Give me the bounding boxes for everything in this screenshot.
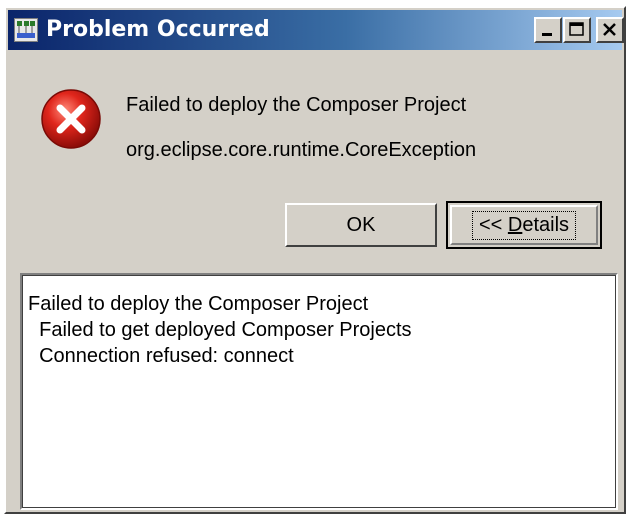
error-icon	[40, 88, 102, 150]
maximize-button[interactable]	[563, 17, 591, 43]
details-line: Connection refused: connect	[28, 345, 294, 367]
maximize-icon	[569, 22, 584, 36]
close-icon	[603, 23, 616, 36]
problem-occurred-dialog: Problem Occurred Failed to deploy the Co…	[4, 6, 626, 514]
ok-button[interactable]: OK	[285, 203, 437, 247]
close-button[interactable]	[596, 17, 624, 43]
details-button-label: << Details	[471, 210, 577, 240]
error-message: Failed to deploy the Composer Project	[126, 94, 467, 116]
details-prefix: <<	[478, 213, 508, 236]
details-text-area[interactable]: Failed to deploy the Composer Project Fa…	[20, 273, 618, 510]
details-line: Failed to deploy the Composer Project	[28, 293, 369, 315]
minimize-icon	[542, 33, 552, 36]
exception-name: org.eclipse.core.runtime.CoreException	[126, 139, 477, 161]
details-mnemonic: D	[507, 213, 523, 236]
title-bar[interactable]: Problem Occurred	[8, 10, 624, 50]
details-button[interactable]: << Details	[446, 201, 602, 249]
window-title: Problem Occurred	[46, 17, 270, 42]
details-rest: etails	[522, 213, 570, 236]
eclipse-app-icon[interactable]	[14, 18, 38, 42]
details-line: Failed to get deployed Composer Projects	[28, 319, 412, 341]
minimize-button[interactable]	[534, 17, 562, 43]
details-button-face: << Details	[450, 205, 598, 245]
